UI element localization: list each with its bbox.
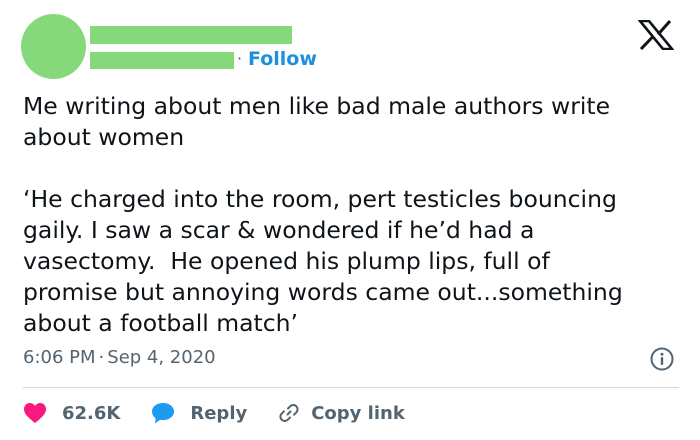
follow-separator: · xyxy=(237,49,243,68)
timestamp-separator: · xyxy=(98,347,105,368)
action-bar: 62.6K Reply Copy link xyxy=(23,398,405,428)
tweet-timestamp[interactable]: 6:06 PM · Sep 4, 2020 xyxy=(23,347,216,368)
copy-link-button[interactable]: Copy link xyxy=(277,401,405,425)
reply-button[interactable]: Reply xyxy=(150,401,247,425)
like-count: 62.6K xyxy=(62,402,121,424)
display-name-redacted[interactable] xyxy=(90,26,292,44)
copy-link-label: Copy link xyxy=(311,402,405,424)
link-icon xyxy=(279,404,299,422)
info-icon[interactable] xyxy=(650,347,674,371)
like-button[interactable]: 62.6K xyxy=(23,402,120,424)
follow-button[interactable]: Follow xyxy=(248,48,317,70)
tweet-text: Me writing about men like bad male autho… xyxy=(23,92,623,337)
tweet-time[interactable]: 6:06 PM xyxy=(23,347,96,368)
heart-icon xyxy=(24,403,46,423)
tweet-header: · Follow xyxy=(0,0,700,90)
handle-redacted[interactable] xyxy=(90,52,234,69)
reply-bubble-icon xyxy=(152,403,175,424)
reply-label: Reply xyxy=(190,402,248,424)
tweet-date[interactable]: Sep 4, 2020 xyxy=(107,347,215,368)
actions-divider xyxy=(23,387,679,388)
avatar[interactable] xyxy=(21,14,86,79)
x-logo-icon[interactable] xyxy=(638,20,674,50)
